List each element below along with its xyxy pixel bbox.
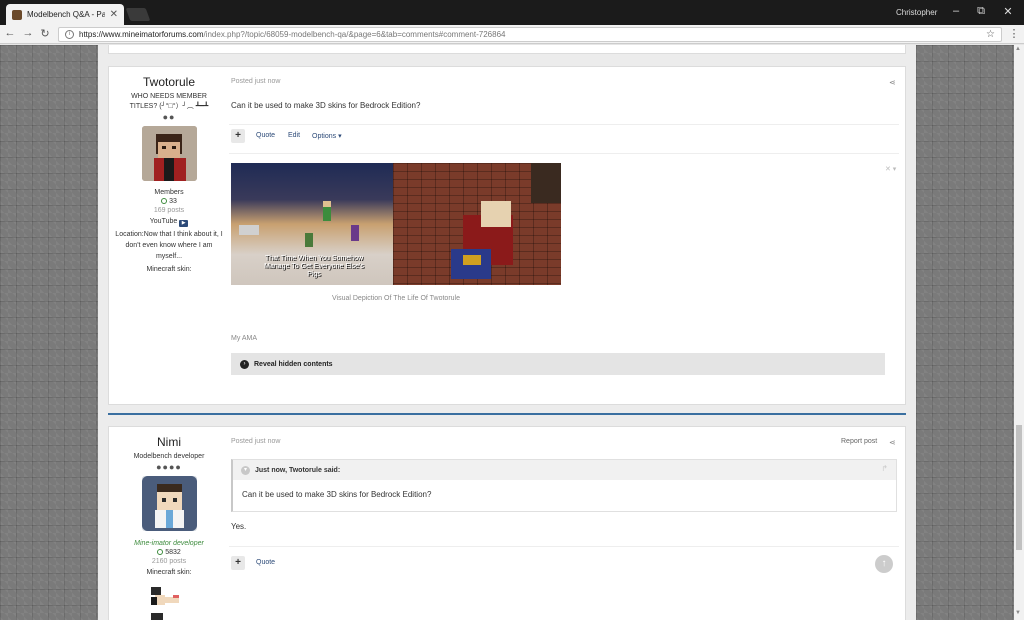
reputation-icon [157,549,164,555]
post-count: 2160 posts [151,558,187,565]
restore-button[interactable]: ⧉ [971,5,991,18]
new-tab-button[interactable] [125,8,151,21]
post-body: Yes. [231,522,247,531]
url-path: /index.php?/topic/68059-modelbench-qa/&p… [203,30,506,39]
scroll-down-arrow-icon[interactable]: ▼ [1015,610,1021,616]
scroll-to-top-icon[interactable]: ↑ [875,555,893,573]
reveal-hidden-contents[interactable]: › Reveal hidden contents [231,353,885,375]
multiquote-button[interactable]: + [231,556,245,570]
signature-caption: Visual Depiction Of The Life Of Twotorul… [331,295,460,302]
minimize-button[interactable]: – [946,5,966,17]
rank-pips: ●● [162,112,176,122]
browser-menu-icon[interactable]: ⋮ [1008,27,1020,40]
new-posts-separator [108,413,906,415]
site-info-icon[interactable]: i [65,30,74,39]
author-name[interactable]: Twotorule [109,75,229,89]
post-twotorule: Twotorule WHO NEEDS MEMBER TITLES? (╯°□°… [108,66,906,405]
signature-image: That Time When You Somehow Manage To Get… [231,163,561,285]
quote-block: ▾ Just now, Twotorule said: ↱ Can it be … [231,459,897,512]
ama-link[interactable]: My AMA [231,335,257,342]
member-title: WHO NEEDS MEMBER TITLES? (╯°□°）╯︵ ┻━┻ [129,93,209,110]
post-date[interactable]: Posted just now [231,78,280,85]
tab-title: Modelbench Q&A - Page [27,10,105,19]
reveal-label: Reveal hidden contents [254,360,333,368]
signature-divider [229,153,899,154]
reputation-value: 5832 [165,549,181,556]
browser-tab[interactable]: Modelbench Q&A - Page ✕ [6,4,124,25]
reputation-value: 33 [169,198,177,205]
signature-hide-icon[interactable]: ✕ ▾ [885,165,896,173]
share-icon[interactable]: ⋖ [889,78,896,87]
avatar[interactable] [141,126,197,181]
collapse-quote-icon[interactable]: ▾ [241,465,250,475]
multiquote-button[interactable]: + [231,129,245,143]
youtube-icon[interactable]: ▶ [179,220,189,227]
previous-post-bottom [108,45,906,54]
post-date[interactable]: Posted just now [231,438,280,445]
skin-label: Minecraft skin: [146,266,192,273]
edit-button[interactable]: Edit [288,132,300,139]
member-group: Members [154,189,184,196]
quote-header[interactable]: ▾ Just now, Twotorule said: ↱ [233,460,896,480]
rank-pips: ●●●● [156,462,182,472]
skin-label: Minecraft skin: [146,569,192,576]
browser-tabbar: Modelbench Q&A - Page ✕ Christopher – ⧉ … [0,0,1024,25]
member-title: Modelbench developer [133,453,205,460]
quote-button[interactable]: Quote [256,132,275,139]
page-scrollbar[interactable]: ▲ ▼ [1014,45,1024,620]
signature-image-text: That Time When You Somehow Manage To Get… [264,255,364,278]
avatar[interactable] [141,476,197,531]
url-bar[interactable]: i https://www.mineimatorforums.com/index… [58,27,1002,42]
url-text[interactable]: https://www.mineimatorforums.com/index.p… [79,30,981,39]
bookmark-star-icon[interactable]: ☆ [986,29,995,40]
developer-title: Mine-imator developer [134,540,204,547]
url-domain: https://www.mineimatorforums.com [79,30,204,39]
quote-author: Just now, Twotorule said: [255,466,341,474]
address-toolbar: ← → ↻ i https://www.mineimatorforums.com… [0,25,1024,44]
page-background-right [916,45,1014,620]
share-icon[interactable]: ⋖ [889,438,896,447]
reputation: 5832 [109,549,229,556]
minecraft-skin-image [151,587,179,620]
options-label: Options [312,133,337,140]
report-post-link[interactable]: Report post [841,438,877,445]
youtube-label: YouTube [149,218,178,225]
author-name[interactable]: Nimi [109,435,229,449]
options-button[interactable]: Options ▾ [312,132,342,140]
post-nimi: Nimi Modelbench developer ●●●● Mine-imat… [108,426,906,620]
scrollbar-thumb[interactable] [1016,425,1022,550]
scroll-up-arrow-icon[interactable]: ▲ [1015,46,1021,52]
forward-button[interactable]: → [21,27,35,39]
tab-close-icon[interactable]: ✕ [110,9,118,20]
author-panel: Twotorule WHO NEEDS MEMBER TITLES? (╯°□°… [109,67,229,275]
chevron-right-icon: › [240,359,249,369]
reload-button[interactable]: ↻ [38,27,52,40]
youtube-field: YouTube ▶ [115,216,223,227]
quote-text: Can it be used to make 3D skins for Bedr… [242,490,432,499]
back-button[interactable]: ← [3,27,17,39]
quote-button[interactable]: Quote [256,559,275,566]
post-count: 169 posts [153,207,185,214]
close-window-button[interactable]: ✕ [998,5,1018,18]
author-panel: Nimi Modelbench developer ●●●● Mine-imat… [109,427,229,620]
chevron-down-icon: ▾ [338,133,342,140]
reputation-icon [161,198,168,204]
post-body: Can it be used to make 3D skins for Bedr… [231,101,421,110]
go-to-quote-icon[interactable]: ↱ [881,464,888,473]
reputation: 33 [109,198,229,205]
location-field: Location:Now that I think about it, I do… [115,231,223,260]
divider [229,546,899,547]
profile-name[interactable]: Christopher [896,8,937,17]
site-favicon-icon [12,9,22,20]
divider [229,124,899,125]
page-background-left [0,45,98,620]
